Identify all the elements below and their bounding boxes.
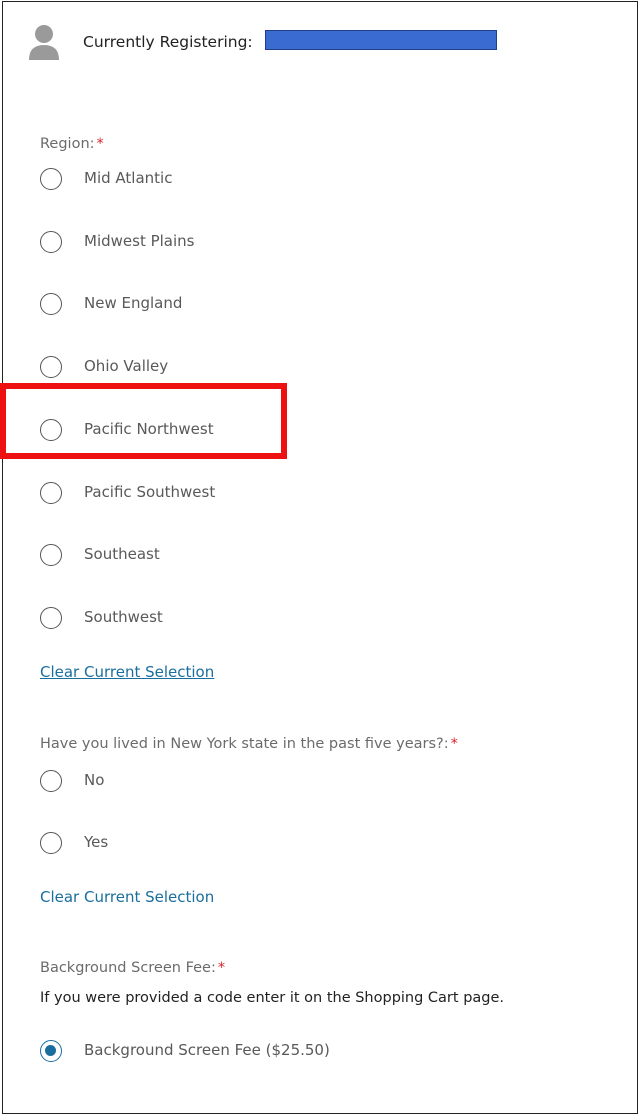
radio-option-mid-atlantic[interactable]: Mid Atlantic [40, 165, 480, 193]
user-avatar-icon [29, 25, 59, 60]
radio-label: Mid Atlantic [84, 169, 173, 187]
shopping-cart-code-note: If you were provided a code enter it on … [40, 990, 505, 1006]
region-label: Region: * [40, 136, 104, 152]
radio-button[interactable] [40, 231, 62, 253]
clear-ny-selection-link[interactable]: Clear Current Selection [40, 888, 214, 906]
currently-registering-label: Currently Registering: [83, 33, 253, 51]
radio-label: New England [84, 294, 183, 312]
radio-label: Pacific Southwest [84, 483, 216, 501]
radio-button[interactable] [40, 770, 62, 792]
radio-button[interactable] [40, 544, 62, 566]
radio-button[interactable] [40, 293, 62, 315]
radio-label: No [84, 771, 105, 789]
radio-option-new-england[interactable]: New England [40, 290, 480, 318]
required-asterisk: * [96, 136, 104, 152]
redacted-name [265, 30, 497, 50]
background-screen-fee-label: Background Screen Fee: * [40, 960, 226, 976]
radio-label: Background Screen Fee ($25.50) [84, 1041, 330, 1059]
radio-button[interactable] [40, 482, 62, 504]
radio-label: Southeast [84, 545, 160, 563]
required-asterisk: * [217, 960, 226, 976]
radio-option-pacific-northwest[interactable]: Pacific Northwest [40, 416, 480, 444]
radio-label: Ohio Valley [84, 357, 169, 375]
radio-option-midwest-plains[interactable]: Midwest Plains [40, 228, 480, 256]
radio-button[interactable] [40, 419, 62, 441]
radio-option-ohio-valley[interactable]: Ohio Valley [40, 353, 480, 381]
radio-button-selected[interactable] [40, 1040, 62, 1062]
radio-label: Midwest Plains [84, 232, 195, 250]
radio-option-background-screen-fee[interactable]: Background Screen Fee ($25.50) [40, 1037, 480, 1065]
radio-label: Southwest [84, 608, 163, 626]
radio-button[interactable] [40, 168, 62, 190]
clear-region-selection-link[interactable]: Clear Current Selection [40, 663, 214, 681]
radio-option-no[interactable]: No [40, 767, 480, 795]
radio-button[interactable] [40, 607, 62, 629]
radio-label: Yes [84, 833, 109, 851]
registration-panel: Currently Registering: Region: * Mid Atla… [2, 1, 638, 1114]
radio-option-pacific-southwest[interactable]: Pacific Southwest [40, 479, 480, 507]
radio-button[interactable] [40, 356, 62, 378]
radio-option-southeast[interactable]: Southeast [40, 541, 480, 569]
radio-option-yes[interactable]: Yes [40, 829, 480, 857]
radio-option-southwest[interactable]: Southwest [40, 604, 480, 632]
required-asterisk: * [450, 736, 458, 752]
radio-label: Pacific Northwest [84, 420, 214, 438]
new-york-question-label: Have you lived in New York state in the … [40, 736, 458, 752]
radio-button[interactable] [40, 832, 62, 854]
